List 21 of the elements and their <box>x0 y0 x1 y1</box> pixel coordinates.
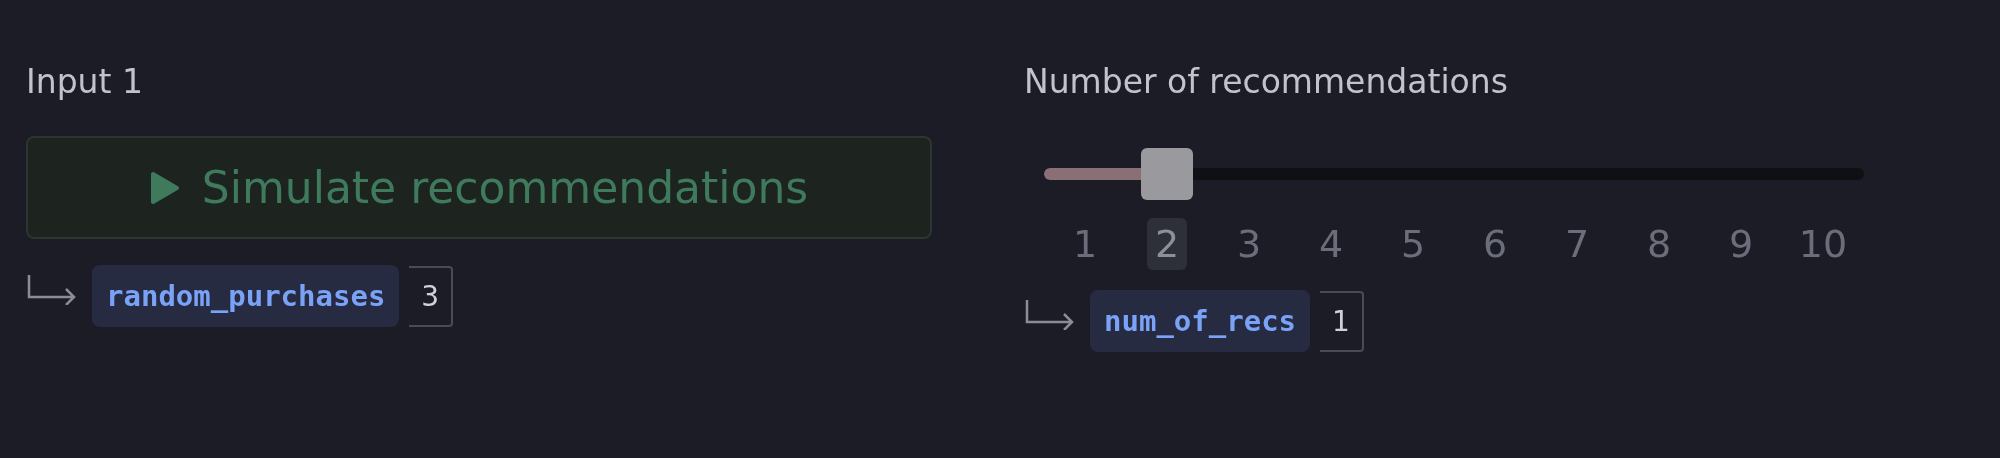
variable-name: random_purchases <box>92 265 400 327</box>
variable-value: 3 <box>409 265 454 327</box>
tick-label[interactable]: 8 <box>1638 218 1680 270</box>
play-icon <box>149 170 180 205</box>
slider[interactable] <box>1044 148 1864 200</box>
tick-label[interactable]: 6 <box>1474 218 1516 270</box>
input-label: Input 1 <box>26 61 144 103</box>
slider-label: Number of recommendations <box>1024 61 1509 103</box>
tick-label[interactable]: 3 <box>1228 218 1270 270</box>
tick-label[interactable]: 7 <box>1556 218 1598 270</box>
return-arrow-icon <box>26 275 78 305</box>
variable-name: num_of_recs <box>1090 290 1311 352</box>
tick-label[interactable]: 1 <box>1064 218 1106 270</box>
tick-label[interactable]: 9 <box>1720 218 1762 270</box>
tick-label[interactable]: 4 <box>1310 218 1352 270</box>
slider-handle[interactable] <box>1140 148 1193 200</box>
tick-label[interactable]: 2 <box>1146 218 1188 270</box>
return-arrow-icon <box>1024 300 1076 330</box>
tick-label[interactable]: 5 <box>1392 218 1434 270</box>
variable-value: 1 <box>1320 290 1364 352</box>
tick-label[interactable]: 10 <box>1790 218 1856 270</box>
